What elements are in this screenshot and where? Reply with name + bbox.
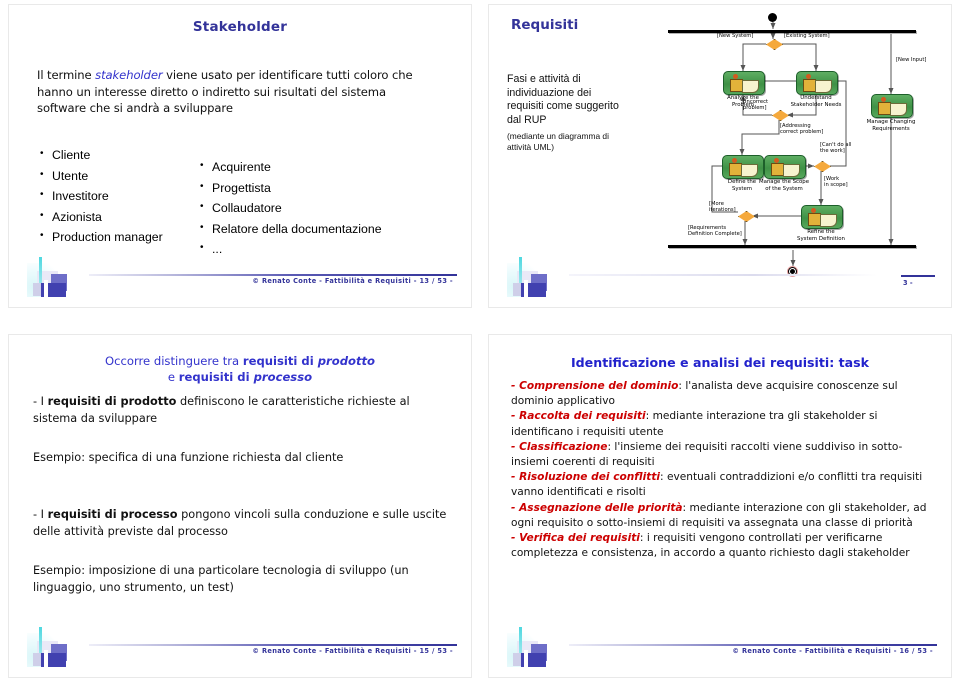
guard-addressing-correct-problem: [Addressing correct problem]: [780, 123, 824, 136]
page-title-line2-plain: e: [167, 370, 179, 384]
slide-body-text: Fasi e attività di individuazione dei re…: [507, 73, 619, 126]
page-number-rule: [901, 275, 935, 277]
task-lead: - Classificazione: [511, 440, 608, 453]
stakeholder-list-left-column: Cliente Utente Investitore Azionista Pro…: [39, 144, 199, 260]
guard-existing-system: [Existing System]: [784, 33, 830, 39]
task-item: - Assegnazione delle priorità: mediante …: [511, 501, 935, 531]
footer-text: © Renato Conte - Fattibilità e Requisiti…: [252, 647, 453, 655]
page-title-line1-plain: Occorre distinguere tra: [104, 354, 243, 368]
guard-requirements-definition-complete: [Requirements Definition Complete]: [688, 225, 742, 238]
join-bar: [668, 245, 916, 248]
slide-requisiti: Requisiti Fasi e attività di individuazi…: [480, 0, 960, 330]
task-list: - Comprensione del dominio: l'analista d…: [511, 379, 935, 561]
intro-paragraph: Il termine stakeholder viene usato per i…: [37, 67, 437, 117]
paragraph-processo: - I requisiti di processo pongono vincol…: [33, 506, 451, 540]
paragraph-esempio-processo: Esempio: imposizione di una particolare …: [33, 564, 409, 594]
task-item: - Verifica dei requisiti: i requisiti ve…: [511, 531, 935, 561]
paragraph-processo-bold: requisiti di processo: [47, 508, 178, 521]
task-item: - Comprensione del dominio: l'analista d…: [511, 379, 935, 409]
guard-work-in-scope: [Work in scope]: [824, 176, 848, 189]
slide-task: Identificazione e analisi dei requisiti:…: [480, 330, 960, 684]
task-lead: - Assegnazione delle priorità: [511, 501, 683, 514]
task-lead: - Comprensione del dominio: [511, 380, 679, 392]
guard-incorrect-problem: [Incorrect problem]: [743, 99, 769, 112]
slide-footer: © Renato Conte - Fattibilità e Requisiti…: [511, 637, 937, 659]
uml-activity-diagram: [New System] [Existing System] [New Inpu…: [624, 9, 960, 299]
list-item: Utente: [39, 165, 199, 187]
task-lead: - Risoluzione dei conflitti: [511, 471, 661, 484]
slide-body-subtext: (mediante un diagramma di attività UML): [507, 131, 609, 152]
page-title: Requisiti: [511, 17, 579, 33]
activity-label-refine-the-system-definition: Refine the System Definition: [797, 229, 845, 242]
list-item: Acquirente: [199, 156, 469, 178]
paragraph-processo-pre: - I: [33, 508, 48, 521]
stakeholder-lists: Cliente Utente Investitore Azionista Pro…: [39, 144, 469, 260]
page-number: 3 -: [903, 279, 913, 287]
task-item: - Risoluzione dei conflitti: eventuali c…: [511, 470, 935, 500]
footer-rule: [569, 274, 877, 276]
task-lead: - Verifica dei requisiti: [511, 532, 640, 545]
intro-paragraph-pre: Il termine: [37, 68, 96, 82]
page-number-badge: 3 -: [901, 275, 935, 287]
diagram-connectors: [711, 22, 894, 266]
list-item: Cliente: [39, 144, 199, 166]
list-item: Production manager: [39, 226, 199, 248]
slide-footer: [511, 267, 937, 289]
page-title-line1-italic: prodotto: [317, 354, 376, 368]
page-title: Occorre distinguere tra requisiti di pro…: [9, 353, 471, 385]
list-item: Progettista: [199, 177, 469, 199]
page-title-line2-bold: requisiti di: [178, 370, 254, 384]
slide-frame: Requisiti Fasi e attività di individuazi…: [488, 4, 952, 308]
paragraph-esempio-prodotto: Esempio: specifica di una funzione richi…: [33, 451, 344, 464]
list-item: Collaudatore: [199, 197, 469, 219]
task-item: - Raccolta dei requisiti: mediante inter…: [511, 409, 935, 439]
slide-sheet: Stakeholder Il termine stakeholder viene…: [0, 0, 960, 684]
slide-body: - I requisiti di prodotto definiscono le…: [33, 393, 451, 612]
page-title-line1-bold: requisiti di: [242, 354, 318, 368]
list-item: Investitore: [39, 185, 199, 207]
activity-manage-changing-requirements: [871, 94, 913, 118]
slide-stakeholder: Stakeholder Il termine stakeholder viene…: [0, 0, 480, 330]
activity-analyze-the-problem: [723, 71, 765, 95]
guard-more-iterations: [More iterations]: [709, 201, 736, 214]
task-item: - Classificazione: l'insieme dei requisi…: [511, 440, 935, 470]
footer-text: © Renato Conte - Fattibilità e Requisiti…: [732, 647, 933, 655]
activity-label-manage-changing-requirements: Manage Changing Requirements: [866, 119, 916, 132]
intro-paragraph-emphasis: stakeholder: [95, 68, 163, 82]
guard-cant-do-all-the-work: [Can't do all the work]: [820, 142, 852, 155]
paragraph-prodotto-bold: requisiti di prodotto: [47, 395, 177, 408]
slide-footer: © Renato Conte - Fattibilità e Requisiti…: [31, 267, 457, 289]
slide-frame: Occorre distinguere tra requisiti di pro…: [8, 334, 472, 678]
task-lead: - Raccolta dei requisiti: [511, 410, 646, 423]
activity-label-understand-stakeholder-needs: Understand Stakeholder Needs: [790, 95, 842, 108]
activity-understand-stakeholder-needs: [796, 71, 838, 95]
slide-frame: Stakeholder Il termine stakeholder viene…: [8, 4, 472, 308]
page-title: Stakeholder: [192, 19, 288, 35]
paragraph-prodotto: - I requisiti di prodotto definiscono le…: [33, 393, 451, 427]
page-title: Identificazione e analisi dei requisiti:…: [570, 355, 870, 370]
page-title-line2-italic: processo: [253, 370, 313, 384]
start-node: [768, 13, 777, 22]
paragraph-prodotto-pre: - I: [33, 395, 48, 408]
slide-footer: © Renato Conte - Fattibilità e Requisiti…: [31, 637, 457, 659]
slide-prodotto-processo: Occorre distinguere tra requisiti di pro…: [0, 330, 480, 684]
activity-define-the-system: [722, 155, 764, 179]
footer-rule: [569, 644, 937, 646]
activity-label-manage-the-scope-of-the-system: Manage the Scope of the System: [758, 179, 810, 192]
activity-refine-the-system-definition: [801, 205, 843, 229]
stakeholder-list-right-column: Acquirente Progettista Collaudatore Rela…: [199, 145, 469, 260]
list-item: Relatore della documentazione: [199, 218, 469, 240]
list-item: Azionista: [39, 206, 199, 228]
guard-new-input: [New Input]: [896, 57, 927, 63]
guard-new-system: [New System]: [717, 33, 754, 39]
footer-rule: [89, 274, 457, 276]
footer-rule: [89, 644, 457, 646]
list-item: ...: [199, 238, 469, 260]
footer-text: © Renato Conte - Fattibilità e Requisiti…: [252, 277, 453, 285]
slide-frame: Identificazione e analisi dei requisiti:…: [488, 334, 952, 678]
activity-manage-the-scope-of-the-system: [764, 155, 806, 179]
